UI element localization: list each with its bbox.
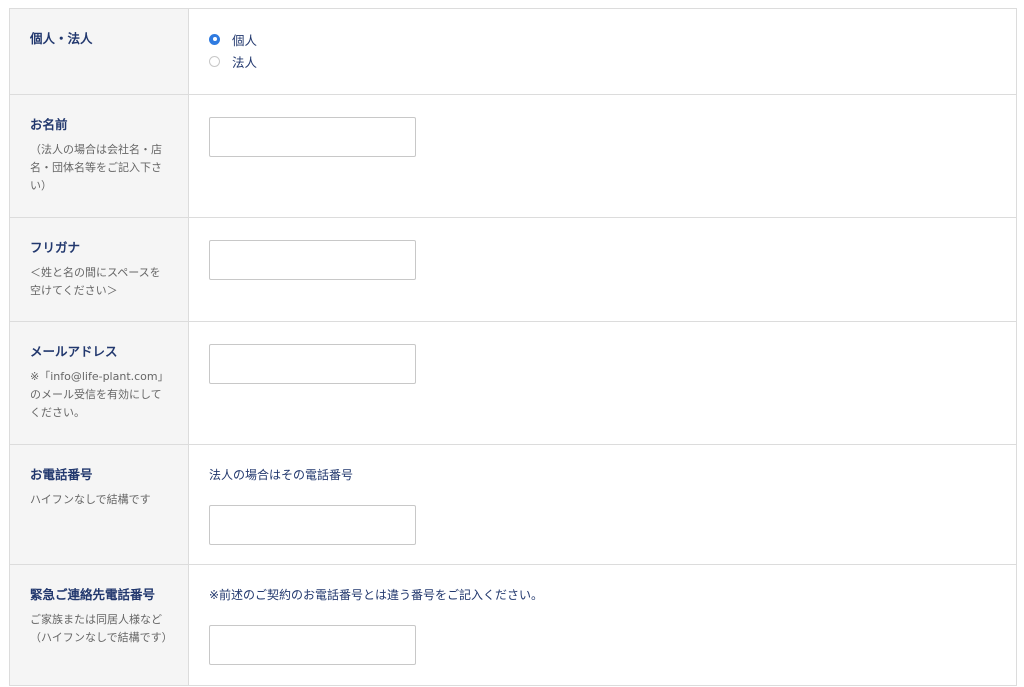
form-row-entity-type: 個人・法人 個人 法人: [10, 9, 1016, 95]
label-cell: お名前 （法人の場合は会社名・店名・団体名等をご記入下さい）: [10, 95, 189, 217]
label-cell: メールアドレス ※「info@life-plant.com」のメール受信を有効に…: [10, 322, 189, 444]
field-label: 個人・法人: [30, 31, 93, 46]
field-cell: [189, 218, 1016, 321]
field-label: フリガナ: [30, 240, 81, 255]
field-note: ハイフンなしで結構です: [30, 493, 151, 506]
radio-unselected-icon[interactable]: [209, 55, 220, 67]
field-cell: [189, 322, 1016, 444]
field-note: ＜姓と名の間にスペースを空けてください＞: [30, 266, 161, 297]
radio-label: 法人: [232, 54, 258, 70]
form-row-name: お名前 （法人の場合は会社名・店名・団体名等をご記入下さい）: [10, 95, 1016, 218]
field-label: メールアドレス: [30, 344, 118, 359]
label-cell: フリガナ ＜姓と名の間にスペースを空けてください＞: [10, 218, 189, 321]
form-row-email: メールアドレス ※「info@life-plant.com」のメール受信を有効に…: [10, 322, 1016, 445]
label-cell: お電話番号 ハイフンなしで結構です: [10, 445, 189, 564]
radio-option-individual[interactable]: 個人: [209, 28, 996, 50]
field-instruction: 法人の場合はその電話番号: [209, 468, 354, 482]
field-instruction: ※前述のご契約のお電話番号とは違う番号をご記入ください。: [209, 588, 544, 602]
field-label: 緊急ご連絡先電話番号: [30, 587, 156, 602]
field-label: お電話番号: [30, 467, 93, 482]
label-cell: 緊急ご連絡先電話番号 ご家族または同居人様など（ハイフンなしで結構です）: [10, 565, 189, 685]
radio-selected-icon[interactable]: [209, 33, 220, 45]
furigana-input[interactable]: [209, 240, 416, 280]
emergency-phone-input[interactable]: [209, 625, 416, 665]
field-label: お名前: [30, 117, 68, 132]
field-cell: 法人の場合はその電話番号: [189, 445, 1016, 564]
field-cell: ※前述のご契約のお電話番号とは違う番号をご記入ください。: [189, 565, 1016, 685]
field-cell: 個人 法人: [189, 9, 1016, 94]
field-cell: [189, 95, 1016, 217]
field-note: ※「info@life-plant.com」のメール受信を有効にしてください。: [30, 370, 164, 419]
form-row-emergency-phone: 緊急ご連絡先電話番号 ご家族または同居人様など（ハイフンなしで結構です） ※前述…: [10, 565, 1016, 686]
radio-label: 個人: [232, 32, 258, 48]
contact-form-table: 個人・法人 個人 法人 お名前 （法人の場合は会社名・店名・団体名等をご記入下さ…: [9, 8, 1017, 686]
form-row-phone: お電話番号 ハイフンなしで結構です 法人の場合はその電話番号: [10, 445, 1016, 565]
name-input[interactable]: [209, 117, 416, 157]
field-note: ご家族または同居人様など（ハイフンなしで結構です）: [30, 613, 173, 644]
field-note: （法人の場合は会社名・店名・団体名等をご記入下さい）: [30, 143, 162, 192]
email-input[interactable]: [209, 344, 416, 384]
form-row-furigana: フリガナ ＜姓と名の間にスペースを空けてください＞: [10, 218, 1016, 322]
label-cell: 個人・法人: [10, 9, 189, 94]
radio-option-corporation[interactable]: 法人: [209, 50, 996, 72]
phone-input[interactable]: [209, 505, 416, 545]
